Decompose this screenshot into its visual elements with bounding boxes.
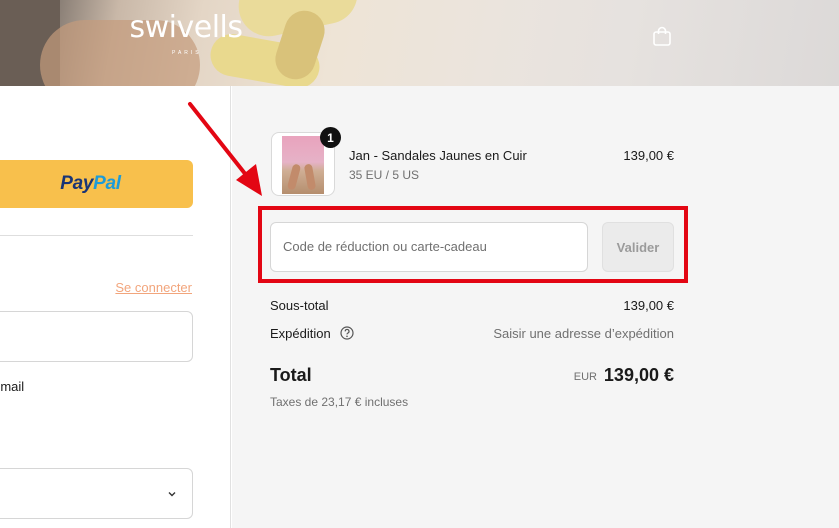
subtotal-value: 139,00 € — [623, 298, 674, 313]
shipping-value: Saisir une adresse d’expédition — [493, 326, 674, 341]
header-banner: swivells PARIS — [0, 0, 839, 86]
paypal-logo: PayPal — [60, 173, 121, 194]
brand-logo[interactable]: swivells — [120, 10, 252, 45]
email-field[interactable] — [0, 311, 193, 362]
country-select[interactable] — [0, 468, 193, 519]
currency-code: EUR — [573, 371, 597, 383]
brand-logo-subtitle: PARIS — [172, 50, 202, 56]
annotation-highlight-box — [258, 206, 688, 283]
divider — [0, 235, 193, 236]
chevron-down-icon — [168, 492, 176, 497]
checkout-form-column: PayPal Se connecter -mail — [0, 86, 231, 528]
email-offers-label: -mail — [0, 379, 25, 394]
product-variant: 35 EU / 5 US — [349, 168, 420, 182]
shopping-bag-icon[interactable] — [652, 26, 672, 46]
total-value: 139,00 € — [603, 365, 674, 385]
shipping-label: Expédition — [270, 326, 331, 341]
product-name: Jan - Sandales Jaunes en Cuir — [349, 148, 527, 163]
product-price: 139,00 € — [623, 148, 674, 163]
login-link[interactable]: Se connecter — [115, 280, 192, 295]
quantity-badge: 1 — [320, 127, 341, 148]
total-label: Total — [270, 365, 312, 385]
paypal-button[interactable]: PayPal — [0, 160, 193, 208]
taxes-note: Taxes de 23,17 € incluses — [270, 395, 409, 409]
product-image — [282, 136, 324, 194]
order-summary: 1 Jan - Sandales Jaunes en Cuir 35 EU / … — [232, 86, 839, 528]
subtotal-label: Sous-total — [270, 298, 329, 313]
help-icon[interactable] — [340, 326, 354, 340]
